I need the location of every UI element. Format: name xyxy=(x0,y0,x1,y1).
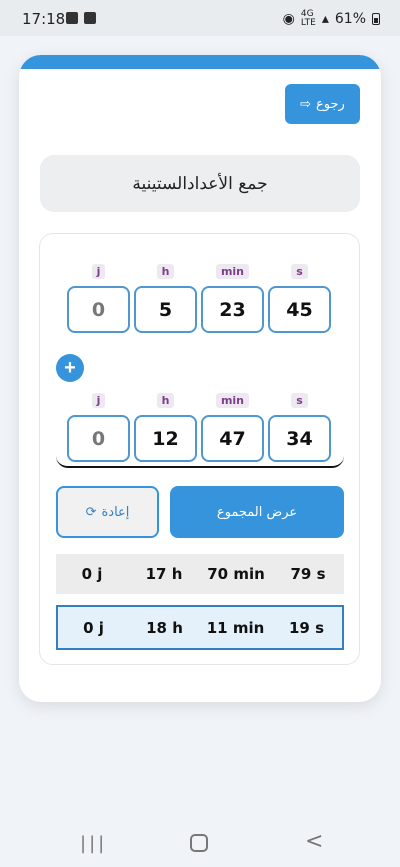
network-type-icon: 4G LTE xyxy=(300,9,316,28)
minutes-cell-1: min 23 xyxy=(201,260,264,333)
days-input-1[interactable]: 0 xyxy=(67,286,130,333)
normalized-result-minutes: 11 min xyxy=(206,618,265,637)
raw-result-seconds: 79 s xyxy=(290,565,326,583)
unit-minutes-label: min xyxy=(215,393,250,408)
seconds-cell-1: s 45 xyxy=(268,260,331,333)
status-time: 17:18 xyxy=(22,10,66,28)
unit-seconds-label: s xyxy=(291,393,308,408)
days-input-2[interactable]: 0 xyxy=(67,415,130,462)
signal-icon: ▴ xyxy=(321,11,329,27)
sum-divider xyxy=(56,456,344,468)
seconds-input-1[interactable]: 45 xyxy=(268,286,331,333)
system-nav-bar: ||| < xyxy=(0,815,400,867)
check-notification-icon xyxy=(84,12,96,24)
back-button[interactable]: ⇨ رجوع xyxy=(285,84,360,124)
hours-input-2[interactable]: 12 xyxy=(134,415,197,462)
normalized-result-hours: 18 h xyxy=(146,618,183,637)
gallery-notification-icon xyxy=(66,12,78,24)
days-cell-2: j 0 xyxy=(67,389,130,462)
seconds-cell-2: s 34 xyxy=(268,389,331,462)
hours-cell-2: h 12 xyxy=(134,389,197,462)
unit-seconds-label: s xyxy=(291,264,308,279)
reset-button[interactable]: ⟳ إعادة xyxy=(56,486,159,538)
raw-result-hours: 17 h xyxy=(145,565,183,583)
input-row-2: j 0 h 12 min 47 s 34 xyxy=(67,389,331,462)
unit-hours-label: h xyxy=(156,393,175,408)
minutes-input-2[interactable]: 47 xyxy=(201,415,264,462)
status-bar: 17:18 ◉ 4G LTE ▴ 61% xyxy=(0,0,400,36)
unit-hours-label: h xyxy=(156,264,175,279)
minutes-input-1[interactable]: 23 xyxy=(201,286,264,333)
raw-result-days: 0 j xyxy=(81,565,103,583)
input-row-1: j 0 h 5 min 23 s 45 xyxy=(67,260,331,333)
unit-days-label: j xyxy=(91,393,106,408)
battery-icon xyxy=(372,13,380,25)
recents-icon[interactable]: ||| xyxy=(80,833,107,854)
reset-button-label: إعادة xyxy=(101,504,130,520)
card-accent-bar xyxy=(19,55,381,69)
normalized-result-row: 0 j 18 h 11 min 19 s xyxy=(56,605,344,650)
refresh-icon: ⟳ xyxy=(85,504,97,520)
notification-icons xyxy=(66,12,96,24)
home-icon[interactable] xyxy=(190,834,208,852)
seconds-input-2[interactable]: 34 xyxy=(268,415,331,462)
normalized-result-seconds: 19 s xyxy=(288,618,325,637)
raw-result-row: 0 j 17 h 70 min 79 s xyxy=(56,554,344,594)
battery-percent: 61% xyxy=(334,11,366,27)
status-right: ◉ 4G LTE ▴ 61% xyxy=(283,10,380,28)
back-nav-icon[interactable]: < xyxy=(305,829,323,854)
add-row-button[interactable]: + xyxy=(56,354,84,382)
back-button-label: رجوع xyxy=(316,96,345,112)
show-sum-button[interactable]: عرض المجموع xyxy=(170,486,344,538)
normalized-result-days: 0 j xyxy=(83,618,104,637)
calculator-panel: j 0 h 5 min 23 s 45 + j 0 h 12 min 47 s … xyxy=(39,233,360,665)
raw-result-minutes: 70 min xyxy=(207,565,265,583)
page-title: جمع الأعدادالستينية xyxy=(40,155,360,212)
unit-days-label: j xyxy=(91,264,106,279)
hotspot-icon: ◉ xyxy=(282,11,295,27)
sign-out-icon: ⇨ xyxy=(300,96,312,112)
unit-minutes-label: min xyxy=(215,264,250,279)
days-cell-1: j 0 xyxy=(67,260,130,333)
minutes-cell-2: min 47 xyxy=(201,389,264,462)
hours-cell-1: h 5 xyxy=(134,260,197,333)
hours-input-1[interactable]: 5 xyxy=(134,286,197,333)
main-card: ⇨ رجوع جمع الأعدادالستينية j 0 h 5 min 2… xyxy=(19,55,381,702)
